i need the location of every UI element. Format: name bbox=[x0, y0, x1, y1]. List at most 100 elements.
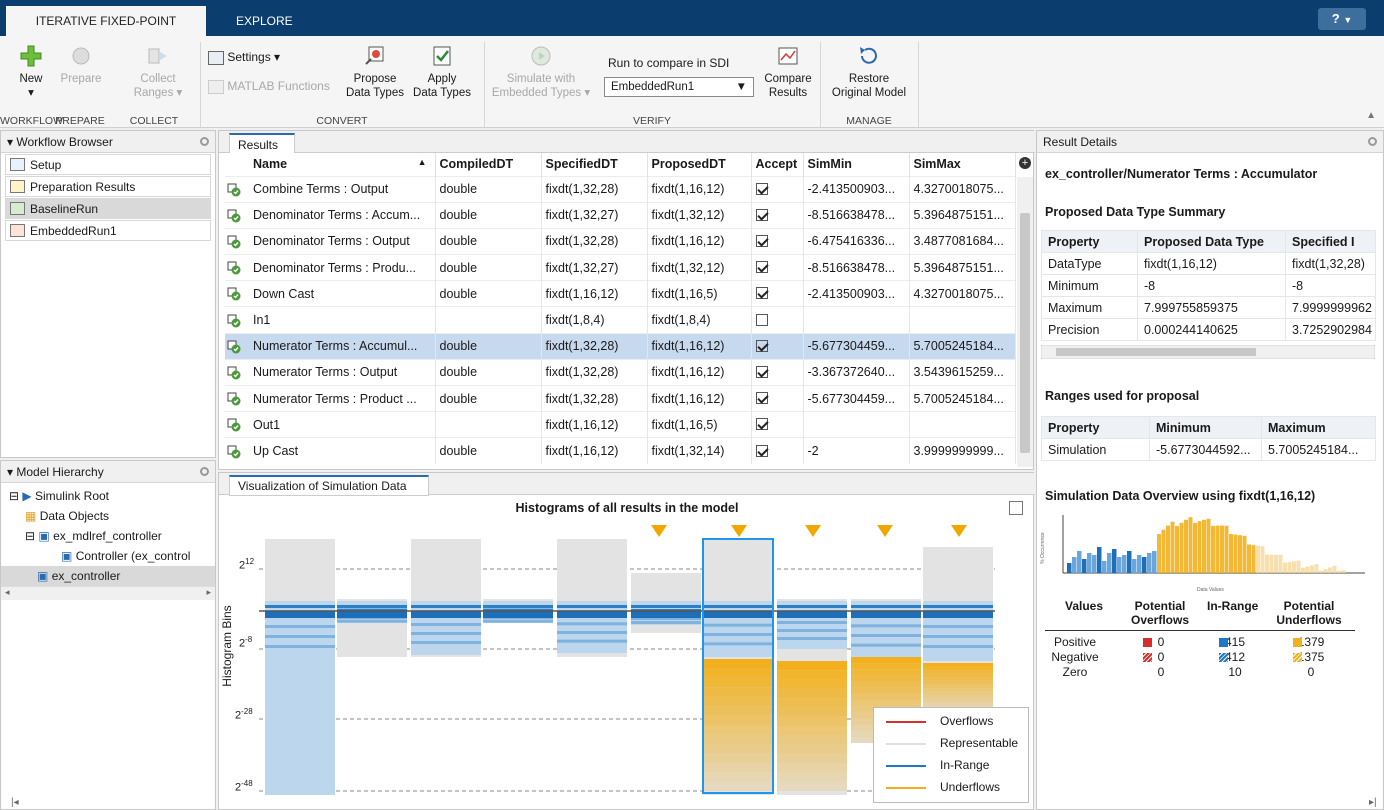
col-proposeddt[interactable]: ProposedDT bbox=[647, 153, 752, 176]
plus-icon bbox=[20, 45, 42, 67]
table-row[interactable]: Combine Terms : Output double fixdt(1,32,2… bbox=[225, 175, 1016, 203]
simulate-with-embedded-types-button[interactable]: Simulate with Embedded Types ▾ bbox=[488, 44, 594, 100]
prepare-button[interactable]: Prepare bbox=[58, 44, 104, 86]
col-simmin[interactable]: SimMin bbox=[803, 153, 910, 176]
in-range-band bbox=[777, 637, 847, 640]
in-range-band bbox=[483, 605, 553, 608]
add-column-icon[interactable]: + bbox=[1019, 157, 1031, 169]
matlab-functions-icon bbox=[208, 79, 224, 94]
mini-underflow-bar bbox=[1224, 525, 1229, 573]
collapse-left-icon[interactable]: |◂ bbox=[11, 797, 19, 808]
col-simmax[interactable]: SimMax bbox=[909, 153, 1016, 176]
help-button[interactable]: ? ▼ bbox=[1318, 8, 1366, 30]
accept-checkbox[interactable] bbox=[755, 365, 768, 378]
workflow-item-baselinerun[interactable]: BaselineRun bbox=[5, 198, 211, 219]
legend-swatch bbox=[1143, 653, 1152, 662]
cell-compiled: double bbox=[435, 437, 542, 465]
table-row[interactable]: Out1 fixdt(1,16,12) fixdt(1,16,5) bbox=[225, 411, 1016, 438]
mini-underflow-bar bbox=[1193, 523, 1197, 573]
underflow-band bbox=[923, 663, 993, 667]
in-range-band bbox=[483, 619, 553, 623]
mini-underflow-bar bbox=[1296, 560, 1301, 573]
table-row[interactable]: Down Cast double fixdt(1,16,12) fixdt(1,16,… bbox=[225, 280, 1016, 307]
mini-underflow-bar bbox=[1179, 522, 1184, 573]
cell-compiled: double bbox=[435, 384, 542, 412]
table-row[interactable]: Numerator Terms : Accumul... double fixdt(… bbox=[225, 332, 1016, 360]
tab-explore[interactable]: EXPLORE bbox=[228, 6, 301, 36]
col-accept[interactable]: Accept bbox=[751, 153, 804, 176]
apply-data-types-button[interactable]: Apply Data Types bbox=[410, 44, 474, 100]
accept-checkbox[interactable] bbox=[755, 261, 768, 274]
values-cell: 0 bbox=[1157, 650, 1165, 664]
accept-checkbox[interactable] bbox=[755, 444, 768, 457]
summary-scrollbar[interactable] bbox=[1041, 345, 1375, 359]
col-name[interactable]: Name ▲ bbox=[249, 153, 436, 176]
collapse-right-icon[interactable]: ▸| bbox=[1369, 797, 1377, 808]
table-row[interactable]: Denominator Terms : Accum... double fixdt(… bbox=[225, 201, 1016, 229]
propose-data-types-button[interactable]: Propose Data Types bbox=[346, 44, 404, 100]
run-compare-dropdown[interactable]: EmbeddedRun1 ▼ bbox=[604, 77, 754, 97]
underflow-band bbox=[851, 675, 921, 682]
cell-simmin bbox=[803, 306, 910, 334]
accept-checkbox[interactable] bbox=[755, 208, 768, 221]
gear-icon[interactable] bbox=[1368, 137, 1377, 146]
tree-item-controller[interactable]: ▣ Controller (ex_control bbox=[9, 546, 215, 566]
table-row[interactable]: Numerator Terms : Product ... double fixdt… bbox=[225, 384, 1016, 412]
vertical-scrollbar[interactable] bbox=[1017, 177, 1033, 467]
in-range-bar bbox=[411, 601, 481, 655]
scrollbar-thumb[interactable] bbox=[1020, 213, 1030, 453]
cell-compiled: double bbox=[435, 254, 542, 281]
workflow-item-preparation-results[interactable]: Preparation Results bbox=[5, 176, 211, 197]
gear-icon[interactable] bbox=[200, 137, 209, 146]
col-compileddt[interactable]: CompiledDT bbox=[435, 153, 542, 176]
accept-checkbox[interactable] bbox=[755, 182, 768, 195]
underflow-band bbox=[703, 677, 773, 688]
tab-iterative-fixed-point-conversion[interactable]: ITERATIVE FIXED-POINT CONVERSION bbox=[6, 6, 206, 58]
table-row[interactable]: Up Cast double fixdt(1,16,12) fixdt(1,32,14… bbox=[225, 437, 1016, 465]
cell-proposed: fixdt(1,16,12) bbox=[647, 175, 752, 203]
tree-item-simulink-root[interactable]: ⊟ ▶ Simulink Root bbox=[9, 486, 215, 506]
tree-item-data-objects[interactable]: ▦ Data Objects bbox=[9, 506, 215, 526]
table-row[interactable]: Numerator Terms : Output double fixdt(1,32… bbox=[225, 358, 1016, 386]
table-row: Minimum -8 -8 bbox=[1041, 274, 1376, 297]
table-row[interactable]: Denominator Terms : Produ... double fixdt(… bbox=[225, 254, 1016, 281]
tab-results[interactable]: Results bbox=[229, 133, 295, 154]
model-hierarchy-header: ▾ Model Hierarchy bbox=[1, 461, 215, 483]
collect-ranges-button[interactable]: Collect Ranges ▾ bbox=[132, 44, 184, 100]
compare-icon bbox=[778, 47, 798, 65]
new-button[interactable]: New ▾ bbox=[8, 44, 54, 100]
accept-checkbox[interactable] bbox=[755, 234, 768, 247]
workflow-item-embeddedrun1[interactable]: EmbeddedRun1 bbox=[5, 220, 211, 241]
tree-item-ex-mdlref-controller[interactable]: ⊟ ▣ ex_mdlref_controller bbox=[9, 526, 215, 546]
col-specifieddt[interactable]: SpecifiedDT bbox=[541, 153, 648, 176]
underflow-band bbox=[777, 698, 847, 708]
gear-icon[interactable] bbox=[200, 467, 209, 476]
mini-in-range-bar bbox=[1087, 553, 1092, 573]
restore-original-model-button[interactable]: Restore Original Model bbox=[824, 44, 914, 100]
accept-checkbox[interactable] bbox=[755, 392, 768, 405]
mini-in-range-bar bbox=[1077, 551, 1082, 573]
cell-simmax: 3.5439615259... bbox=[909, 358, 1016, 386]
tree-item-ex-controller[interactable]: ▣ ex_controller bbox=[1, 566, 215, 586]
accept-checkbox[interactable] bbox=[755, 287, 768, 300]
table-row[interactable]: Denominator Terms : Output double fixdt(1,… bbox=[225, 227, 1016, 255]
mini-underflow-bar bbox=[1323, 569, 1328, 573]
model-icon: ▣ bbox=[37, 569, 49, 583]
cell-specified: fixdt(1,16,12) bbox=[541, 411, 648, 438]
table-row[interactable]: In1 fixdt(1,8,4) fixdt(1,8,4) bbox=[225, 306, 1016, 334]
in-range-band bbox=[631, 621, 701, 624]
in-range-peak bbox=[411, 611, 481, 618]
accept-checkbox[interactable] bbox=[755, 339, 768, 352]
underflow-band bbox=[703, 696, 773, 707]
underflow-band bbox=[923, 677, 993, 681]
mini-in-range-bar bbox=[1082, 559, 1087, 573]
collapse-ribbon-icon[interactable]: ▲ bbox=[1366, 110, 1376, 121]
matlab-functions-button[interactable]: MATLAB Functions bbox=[208, 79, 330, 94]
horizontal-scrollbar[interactable]: ◂ ▸ bbox=[1, 586, 215, 600]
settings-button[interactable]: Settings ▾ bbox=[208, 50, 280, 65]
accept-checkbox[interactable] bbox=[755, 313, 768, 326]
accept-checkbox[interactable] bbox=[755, 418, 768, 431]
cell-simmin: -3.367372640... bbox=[803, 358, 910, 386]
compare-results-button[interactable]: Compare Results bbox=[760, 44, 816, 100]
workflow-item-setup[interactable]: Setup bbox=[5, 154, 211, 175]
